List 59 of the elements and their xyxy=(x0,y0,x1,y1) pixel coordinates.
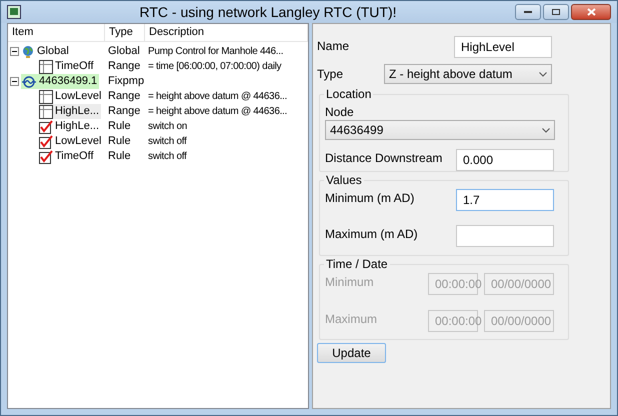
globe-icon xyxy=(21,44,35,58)
minimum-label: Minimum (m AD) xyxy=(325,190,416,207)
tree-item[interactable]: HighLe... xyxy=(39,119,102,134)
description-cell-text: = height above datum @ 44636... xyxy=(148,90,288,104)
chevron-down-icon xyxy=(542,128,550,132)
table-icon xyxy=(39,60,53,74)
description-cell-text: = time [06:00:00, 07:00:00) daily xyxy=(148,60,282,74)
close-icon xyxy=(586,8,596,16)
app-icon xyxy=(7,5,21,19)
type-cell-text: Range xyxy=(108,89,142,104)
description-cell-text: Pump Control for Manhole 446... xyxy=(148,45,284,59)
tree-item[interactable]: TimeOff xyxy=(39,59,96,74)
minimum-field[interactable]: 1.7 xyxy=(456,189,554,211)
maximize-button[interactable] xyxy=(543,4,569,20)
type-label: Type xyxy=(317,66,344,83)
type-cell-text: Rule xyxy=(108,119,132,134)
update-button[interactable]: Update xyxy=(317,343,386,363)
time-label: Minimum xyxy=(325,274,375,291)
maximum-field[interactable] xyxy=(456,225,554,247)
checkmark-icon xyxy=(39,134,53,148)
type-cell-text: Range xyxy=(108,59,142,74)
chevron-down-icon xyxy=(539,72,547,76)
collapse-toggle[interactable] xyxy=(10,47,19,56)
tree-item[interactable]: 44636499.1 xyxy=(21,74,100,89)
name-field[interactable]: HighLevel xyxy=(454,36,552,58)
table-icon xyxy=(39,104,53,118)
tree-item[interactable]: LowLevel xyxy=(39,89,104,104)
column-header[interactable]: Description xyxy=(145,24,308,41)
description-cell-text: switch off xyxy=(148,150,186,164)
tree-item[interactable]: TimeOff xyxy=(39,149,96,164)
time-label: Maximum xyxy=(325,311,378,328)
description-cell-text: switch on xyxy=(148,120,187,134)
tree-item[interactable]: Global xyxy=(21,44,71,59)
collapse-toggle[interactable] xyxy=(10,77,19,86)
type-cell-text: Fixpmp xyxy=(108,74,146,89)
distance-field[interactable]: 0.000 xyxy=(456,149,554,171)
distance-label: Distance Downstream xyxy=(325,150,444,167)
type-cell-text: Rule xyxy=(108,134,132,149)
pump-icon xyxy=(21,74,37,88)
table-icon xyxy=(39,90,53,104)
type-dropdown[interactable]: Z - height above datum xyxy=(384,64,552,84)
column-header[interactable]: Item xyxy=(8,24,105,41)
minimize-button[interactable] xyxy=(515,4,541,20)
checkmark-icon xyxy=(39,150,53,164)
tree-item[interactable]: LowLevel xyxy=(39,134,104,149)
description-cell-text: = height above datum @ 44636... xyxy=(148,105,288,119)
type-cell-text: Global xyxy=(108,44,141,59)
type-cell-text: Rule xyxy=(108,149,132,164)
node-dropdown[interactable]: 44636499 xyxy=(325,120,555,140)
tree-item[interactable]: HighLe... xyxy=(39,104,102,119)
type-cell-text: Range xyxy=(108,104,142,119)
description-cell-text: switch off xyxy=(148,135,186,149)
column-header[interactable]: Type xyxy=(105,24,145,41)
maximum-label: Maximum (m AD) xyxy=(325,226,419,243)
close-button[interactable] xyxy=(571,4,611,20)
window-title: RTC - using network Langley RTC (TUT)! xyxy=(138,2,398,22)
checkmark-icon xyxy=(39,120,53,134)
name-label: Name xyxy=(317,38,350,55)
node-label: Node xyxy=(325,104,355,120)
